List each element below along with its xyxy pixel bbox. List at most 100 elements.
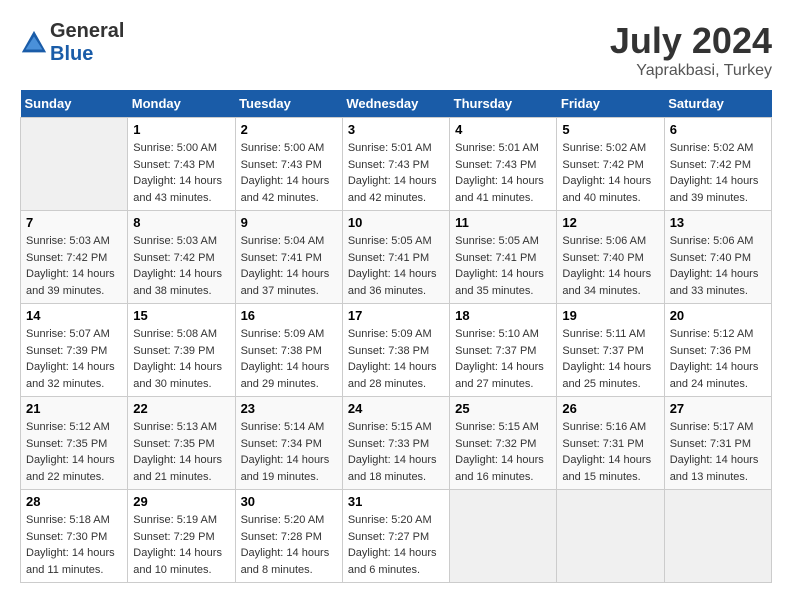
day-number: 9 (241, 215, 337, 230)
day-info: Sunrise: 5:15 AMSunset: 7:33 PMDaylight:… (348, 419, 444, 485)
day-info: Sunrise: 5:17 AMSunset: 7:31 PMDaylight:… (670, 419, 766, 485)
calendar-cell: 11 Sunrise: 5:05 AMSunset: 7:41 PMDayligh… (450, 211, 557, 304)
day-number: 18 (455, 308, 551, 323)
day-info: Sunrise: 5:05 AMSunset: 7:41 PMDaylight:… (348, 233, 444, 299)
day-info: Sunrise: 5:09 AMSunset: 7:38 PMDaylight:… (348, 326, 444, 392)
day-number: 21 (26, 401, 122, 416)
day-info: Sunrise: 5:01 AMSunset: 7:43 PMDaylight:… (455, 140, 551, 206)
calendar-cell: 31 Sunrise: 5:20 AMSunset: 7:27 PMDayligh… (342, 490, 449, 583)
day-number: 23 (241, 401, 337, 416)
day-info: Sunrise: 5:06 AMSunset: 7:40 PMDaylight:… (670, 233, 766, 299)
day-info: Sunrise: 5:09 AMSunset: 7:38 PMDaylight:… (241, 326, 337, 392)
day-info: Sunrise: 5:20 AMSunset: 7:27 PMDaylight:… (348, 512, 444, 578)
day-number: 29 (133, 494, 229, 509)
calendar-week-row: 28 Sunrise: 5:18 AMSunset: 7:30 PMDayligh… (21, 490, 772, 583)
day-info: Sunrise: 5:12 AMSunset: 7:36 PMDaylight:… (670, 326, 766, 392)
day-info: Sunrise: 5:06 AMSunset: 7:40 PMDaylight:… (562, 233, 658, 299)
title-block: July 2024 Yaprakbasi, Turkey (610, 20, 772, 80)
day-info: Sunrise: 5:08 AMSunset: 7:39 PMDaylight:… (133, 326, 229, 392)
calendar-cell: 4 Sunrise: 5:01 AMSunset: 7:43 PMDaylight… (450, 118, 557, 211)
calendar-cell: 14 Sunrise: 5:07 AMSunset: 7:39 PMDayligh… (21, 304, 128, 397)
day-info: Sunrise: 5:04 AMSunset: 7:41 PMDaylight:… (241, 233, 337, 299)
day-number: 20 (670, 308, 766, 323)
day-number: 17 (348, 308, 444, 323)
day-number: 12 (562, 215, 658, 230)
calendar-header-cell: Monday (128, 90, 235, 118)
calendar-cell: 13Sunrise: 5:06 AMSunset: 7:40 PMDayligh… (664, 211, 771, 304)
day-info: Sunrise: 5:00 AMSunset: 7:43 PMDaylight:… (241, 140, 337, 206)
calendar-week-row: 1Sunrise: 5:00 AMSunset: 7:43 PMDaylight… (21, 118, 772, 211)
day-number: 14 (26, 308, 122, 323)
calendar-cell: 18 Sunrise: 5:10 AMSunset: 7:37 PMDayligh… (450, 304, 557, 397)
calendar-cell: 17 Sunrise: 5:09 AMSunset: 7:38 PMDayligh… (342, 304, 449, 397)
calendar-cell: 29Sunrise: 5:19 AMSunset: 7:29 PMDayligh… (128, 490, 235, 583)
calendar-cell: 21 Sunrise: 5:12 AMSunset: 7:35 PMDayligh… (21, 397, 128, 490)
calendar-cell: 3 Sunrise: 5:01 AMSunset: 7:43 PMDaylight… (342, 118, 449, 211)
logo-text-general: General (50, 20, 124, 42)
day-info: Sunrise: 5:20 AMSunset: 7:28 PMDaylight:… (241, 512, 337, 578)
calendar-cell: 16 Sunrise: 5:09 AMSunset: 7:38 PMDayligh… (235, 304, 342, 397)
day-info: Sunrise: 5:18 AMSunset: 7:30 PMDaylight:… (26, 512, 122, 578)
day-info: Sunrise: 5:11 AMSunset: 7:37 PMDaylight:… (562, 326, 658, 392)
day-number: 11 (455, 215, 551, 230)
calendar-header-cell: Sunday (21, 90, 128, 118)
calendar-cell: 15Sunrise: 5:08 AMSunset: 7:39 PMDayligh… (128, 304, 235, 397)
calendar-cell (664, 490, 771, 583)
logo-icon (20, 29, 48, 57)
calendar-cell (557, 490, 664, 583)
day-info: Sunrise: 5:07 AMSunset: 7:39 PMDaylight:… (26, 326, 122, 392)
day-info: Sunrise: 5:10 AMSunset: 7:37 PMDaylight:… (455, 326, 551, 392)
calendar-header-cell: Saturday (664, 90, 771, 118)
calendar-cell: 9 Sunrise: 5:04 AMSunset: 7:41 PMDaylight… (235, 211, 342, 304)
day-info: Sunrise: 5:02 AMSunset: 7:42 PMDaylight:… (670, 140, 766, 206)
day-number: 16 (241, 308, 337, 323)
day-info: Sunrise: 5:00 AMSunset: 7:43 PMDaylight:… (133, 140, 229, 206)
calendar-cell (21, 118, 128, 211)
day-number: 31 (348, 494, 444, 509)
calendar-cell: 26Sunrise: 5:16 AMSunset: 7:31 PMDayligh… (557, 397, 664, 490)
calendar-cell: 20 Sunrise: 5:12 AMSunset: 7:36 PMDayligh… (664, 304, 771, 397)
calendar-cell: 23Sunrise: 5:14 AMSunset: 7:34 PMDayligh… (235, 397, 342, 490)
calendar-body: 1Sunrise: 5:00 AMSunset: 7:43 PMDaylight… (21, 118, 772, 583)
calendar-cell: 28 Sunrise: 5:18 AMSunset: 7:30 PMDayligh… (21, 490, 128, 583)
calendar-cell: 6Sunrise: 5:02 AMSunset: 7:42 PMDaylight… (664, 118, 771, 211)
day-info: Sunrise: 5:03 AMSunset: 7:42 PMDaylight:… (26, 233, 122, 299)
day-number: 7 (26, 215, 122, 230)
calendar-cell: 22Sunrise: 5:13 AMSunset: 7:35 PMDayligh… (128, 397, 235, 490)
calendar-header-cell: Friday (557, 90, 664, 118)
calendar-cell: 19Sunrise: 5:11 AMSunset: 7:37 PMDayligh… (557, 304, 664, 397)
day-info: Sunrise: 5:03 AMSunset: 7:42 PMDaylight:… (133, 233, 229, 299)
calendar-cell: 24 Sunrise: 5:15 AMSunset: 7:33 PMDayligh… (342, 397, 449, 490)
calendar-week-row: 21 Sunrise: 5:12 AMSunset: 7:35 PMDayligh… (21, 397, 772, 490)
calendar-cell: 2 Sunrise: 5:00 AMSunset: 7:43 PMDaylight… (235, 118, 342, 211)
day-info: Sunrise: 5:01 AMSunset: 7:43 PMDaylight:… (348, 140, 444, 206)
calendar-cell: 30Sunrise: 5:20 AMSunset: 7:28 PMDayligh… (235, 490, 342, 583)
calendar-cell: 8 Sunrise: 5:03 AMSunset: 7:42 PMDaylight… (128, 211, 235, 304)
calendar-cell: 1Sunrise: 5:00 AMSunset: 7:43 PMDaylight… (128, 118, 235, 211)
calendar-cell: 7 Sunrise: 5:03 AMSunset: 7:42 PMDaylight… (21, 211, 128, 304)
calendar-table: SundayMondayTuesdayWednesdayThursdayFrid… (20, 90, 772, 583)
day-number: 24 (348, 401, 444, 416)
day-number: 2 (241, 122, 337, 137)
calendar-header-cell: Tuesday (235, 90, 342, 118)
calendar-header-cell: Wednesday (342, 90, 449, 118)
calendar-cell: 12 Sunrise: 5:06 AMSunset: 7:40 PMDayligh… (557, 211, 664, 304)
day-info: Sunrise: 5:05 AMSunset: 7:41 PMDaylight:… (455, 233, 551, 299)
sub-title: Yaprakbasi, Turkey (610, 62, 772, 80)
day-number: 28 (26, 494, 122, 509)
day-number: 8 (133, 215, 229, 230)
day-info: Sunrise: 5:16 AMSunset: 7:31 PMDaylight:… (562, 419, 658, 485)
day-info: Sunrise: 5:12 AMSunset: 7:35 PMDaylight:… (26, 419, 122, 485)
calendar-cell: 27Sunrise: 5:17 AMSunset: 7:31 PMDayligh… (664, 397, 771, 490)
day-number: 3 (348, 122, 444, 137)
day-info: Sunrise: 5:13 AMSunset: 7:35 PMDaylight:… (133, 419, 229, 485)
calendar-week-row: 14 Sunrise: 5:07 AMSunset: 7:39 PMDayligh… (21, 304, 772, 397)
calendar-cell: 5Sunrise: 5:02 AMSunset: 7:42 PMDaylight… (557, 118, 664, 211)
logo-text-blue: Blue (50, 43, 93, 65)
page-header: General Blue July 2024 Yaprakbasi, Turke… (20, 20, 772, 80)
calendar-cell (450, 490, 557, 583)
day-number: 10 (348, 215, 444, 230)
main-title: July 2024 (610, 20, 772, 62)
calendar-header-cell: Thursday (450, 90, 557, 118)
day-number: 4 (455, 122, 551, 137)
